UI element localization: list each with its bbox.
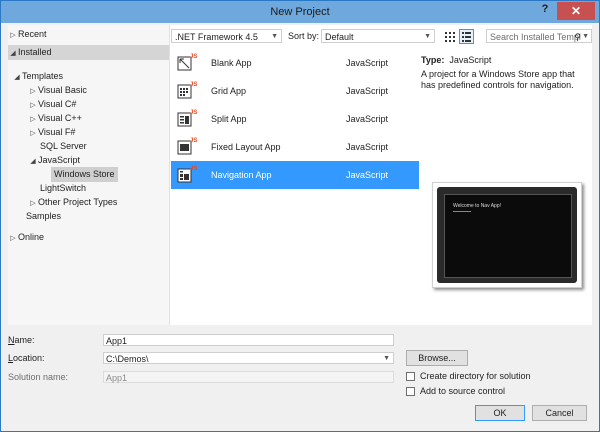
add-source-control-checkbox[interactable] [406, 387, 415, 396]
location-label: Location: [8, 353, 45, 363]
template-row-blank-app[interactable]: JS Blank App JavaScript [171, 49, 419, 77]
tree-item-windows-store[interactable]: Windows Store [51, 167, 118, 182]
template-language: JavaScript [346, 114, 389, 124]
create-directory-label[interactable]: Create directory for solution [420, 371, 531, 381]
template-row-navigation-app[interactable]: JS Navigation App JavaScript [171, 161, 419, 189]
new-project-dialog: New Project ? ✕ ▷ Recent ◢ Installed ◢ Temp… [0, 0, 600, 432]
tree-item-javascript[interactable]: ◢ JavaScript [28, 153, 80, 168]
collapse-arrow-icon[interactable]: ◢ [28, 154, 38, 169]
blank-app-icon: JS [177, 54, 197, 71]
template-row-split-app[interactable]: JS Split App JavaScript [171, 105, 419, 133]
tablet-screen: Welcome to Nav App! [444, 194, 572, 278]
template-description: A project for a Windows Store app that h… [421, 69, 575, 90]
project-form: Name: App1 Location: C:\Demos\ ▼ Browse..… [1, 327, 599, 431]
framework-select[interactable]: .NET Framework 4.5 ▼ [171, 29, 282, 43]
ok-button[interactable]: OK [475, 405, 525, 421]
solution-name-input[interactable]: App1 [103, 371, 394, 383]
tree-item-samples[interactable]: Samples [26, 209, 61, 224]
sort-select[interactable]: Default ▼ [321, 29, 435, 43]
list-view-icon [462, 32, 471, 42]
tree-item-templates[interactable]: ◢ Templates [12, 69, 63, 84]
expand-arrow-icon[interactable]: ▷ [8, 231, 18, 246]
template-name: Grid App [211, 86, 247, 96]
help-button[interactable]: ? [535, 3, 555, 19]
sort-by-label: Sort by: [288, 31, 320, 41]
grid-app-icon: JS [177, 82, 197, 99]
template-details: Type: JavaScript A project for a Windows… [421, 49, 592, 325]
close-button[interactable]: ✕ [557, 2, 595, 20]
template-language: JavaScript [346, 86, 389, 96]
template-language: JavaScript [346, 58, 389, 68]
svg-text:JS: JS [190, 82, 197, 88]
add-source-control-label[interactable]: Add to source control [420, 386, 505, 396]
template-language: JavaScript [346, 142, 389, 152]
dropdown-arrow-icon[interactable]: ▼ [582, 30, 589, 44]
preview-screen-text: Welcome to Nav App! [453, 203, 501, 209]
search-templates-input[interactable]: Search Installed Templ ⚲ ▼ [486, 29, 592, 43]
template-name: Blank App [211, 58, 252, 68]
navigation-app-icon: JS [177, 166, 197, 183]
template-language: JavaScript [346, 170, 389, 180]
dropdown-arrow-icon: ▼ [424, 33, 431, 40]
tree-item-online[interactable]: ▷ Online [8, 230, 44, 245]
tree-item-visual-cpp[interactable]: ▷ Visual C++ [28, 111, 82, 126]
create-directory-checkbox[interactable] [406, 372, 415, 381]
expand-arrow-icon[interactable]: ▷ [28, 126, 38, 141]
search-icon[interactable]: ⚲ [574, 30, 581, 44]
title-bar: New Project ? ✕ [1, 1, 599, 23]
collapse-arrow-icon[interactable]: ◢ [12, 70, 22, 85]
template-name: Fixed Layout App [211, 142, 281, 152]
svg-text:JS: JS [190, 110, 197, 116]
cancel-button[interactable]: Cancel [532, 405, 587, 421]
tree-item-sql-server[interactable]: SQL Server [40, 139, 87, 154]
expand-arrow-icon[interactable]: ▷ [8, 28, 18, 43]
template-row-fixed-layout-app[interactable]: JS Fixed Layout App JavaScript [171, 133, 419, 161]
template-tree: ▷ Recent ◢ Installed ◢ Templates ▷ Visual Ba… [8, 25, 170, 325]
template-toolbar: .NET Framework 4.5 ▼ Sort by: Default ▼ Se… [171, 29, 592, 47]
name-label: Name: [8, 335, 35, 345]
tree-item-lightswitch[interactable]: LightSwitch [40, 181, 86, 196]
template-preview: Welcome to Nav App! [432, 182, 582, 288]
browse-button[interactable]: Browse... [406, 350, 468, 366]
tree-item-other-project-types[interactable]: ▷ Other Project Types [28, 195, 117, 210]
main-panel: ▷ Recent ◢ Installed ◢ Templates ▷ Visual Ba… [8, 25, 592, 325]
tree-item-visual-basic[interactable]: ▷ Visual Basic [28, 83, 87, 98]
tree-item-visual-fsharp[interactable]: ▷ Visual F# [28, 125, 75, 140]
split-app-icon: JS [177, 110, 197, 127]
tablet-preview-image: Welcome to Nav App! [437, 187, 577, 283]
tree-item-visual-csharp[interactable]: ▷ Visual C# [28, 97, 76, 112]
svg-text:JS: JS [190, 138, 197, 144]
grid-view-icon [445, 32, 455, 42]
template-name: Navigation App [211, 170, 272, 180]
svg-text:JS: JS [190, 166, 197, 172]
template-type: Type: JavaScript [421, 55, 492, 65]
template-name: Split App [211, 114, 247, 124]
template-list: JS Blank App JavaScript JS Grid App Java… [171, 49, 419, 325]
small-icons-view-button[interactable] [442, 29, 457, 44]
list-view-button[interactable] [459, 29, 474, 44]
template-row-grid-app[interactable]: JS Grid App JavaScript [171, 77, 419, 105]
dropdown-arrow-icon: ▼ [271, 33, 278, 40]
dropdown-arrow-icon[interactable]: ▼ [383, 353, 390, 365]
tree-item-recent[interactable]: ▷ Recent [8, 27, 169, 42]
svg-text:JS: JS [190, 54, 197, 60]
project-name-input[interactable]: App1 [103, 334, 394, 346]
tree-item-installed[interactable]: ◢ Installed [8, 45, 169, 60]
dialog-title: New Project [270, 6, 330, 18]
location-input[interactable]: C:\Demos\ ▼ [103, 352, 394, 364]
fixed-layout-app-icon: JS [177, 138, 197, 155]
preview-divider [453, 211, 471, 212]
solution-name-label: Solution name: [8, 372, 69, 382]
collapse-arrow-icon[interactable]: ◢ [8, 46, 18, 61]
